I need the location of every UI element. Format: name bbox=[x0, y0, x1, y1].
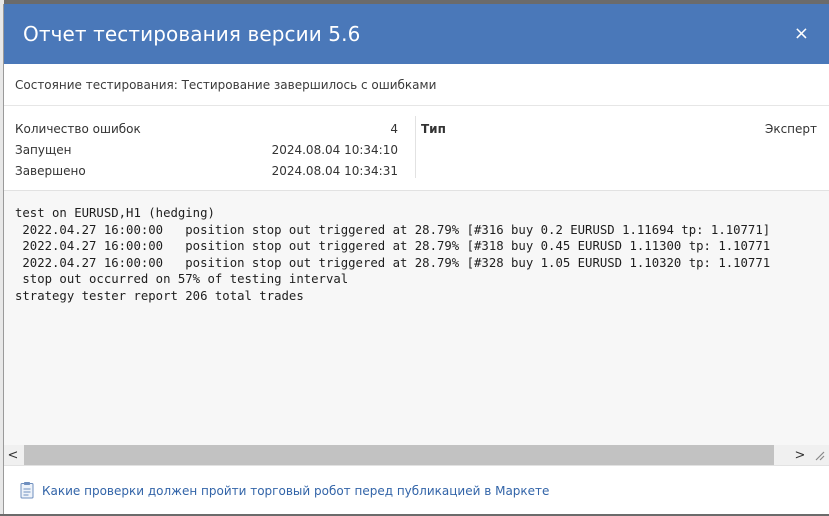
log-line: strategy tester report 206 total trades bbox=[15, 288, 304, 303]
info-row-started: Запущен 2024.08.04 10:34:10 bbox=[15, 139, 406, 160]
type-value: Эксперт bbox=[764, 121, 817, 136]
scroll-left-arrow[interactable]: < bbox=[4, 448, 22, 463]
log-line: test on EURUSD,H1 (hedging) bbox=[15, 206, 215, 220]
test-log[interactable]: test on EURUSD,H1 (hedging) 2022.04.27 1… bbox=[4, 190, 829, 445]
log-line: stop out occurred on 57% of testing inte… bbox=[15, 272, 349, 286]
test-report-dialog: Отчет тестирования версии 5.6 × Состояни… bbox=[3, 4, 829, 514]
market-checks-link[interactable]: Какие проверки должен пройти торговый ро… bbox=[42, 484, 549, 498]
type-label: Тип bbox=[421, 121, 446, 136]
finished-value: 2024.08.04 10:34:31 bbox=[271, 163, 398, 178]
error-count-label: Количество ошибок bbox=[15, 121, 141, 136]
log-line: 2022.04.27 16:00:00 position stop out tr… bbox=[15, 255, 771, 270]
info-row-finished: Завершено 2024.08.04 10:34:31 bbox=[15, 160, 406, 181]
started-value: 2024.08.04 10:34:10 bbox=[271, 142, 398, 157]
scrollbar-thumb[interactable] bbox=[24, 445, 774, 465]
info-right-column: Тип Эксперт bbox=[406, 106, 829, 190]
log-line: 2022.04.27 16:00:00 position stop out tr… bbox=[15, 222, 771, 237]
testing-status-text: Состояние тестирования: Тестирование зав… bbox=[15, 77, 437, 92]
started-label: Запущен bbox=[15, 142, 72, 157]
dialog-titlebar: Отчет тестирования версии 5.6 × bbox=[4, 4, 829, 64]
info-left-column: Количество ошибок 4 Запущен 2024.08.04 1… bbox=[4, 106, 406, 190]
close-icon[interactable]: × bbox=[794, 25, 809, 43]
dialog-footer: Какие проверки должен пройти торговый ро… bbox=[4, 465, 829, 516]
info-row-type: Тип Эксперт bbox=[421, 118, 817, 139]
resize-grip-icon[interactable] bbox=[809, 445, 829, 465]
info-panel: Количество ошибок 4 Запущен 2024.08.04 1… bbox=[4, 106, 829, 190]
dialog-title: Отчет тестирования версии 5.6 bbox=[23, 22, 361, 46]
horizontal-scrollbar[interactable]: < > bbox=[4, 445, 829, 465]
scrollbar-track[interactable] bbox=[22, 445, 791, 465]
log-line: 2022.04.27 16:00:00 position stop out tr… bbox=[15, 239, 771, 253]
scroll-right-arrow[interactable]: > bbox=[791, 448, 809, 463]
info-divider bbox=[415, 116, 416, 178]
finished-label: Завершено bbox=[15, 163, 86, 178]
error-count-value: 4 bbox=[390, 121, 398, 136]
testing-status: Состояние тестирования: Тестирование зав… bbox=[4, 64, 829, 106]
clipboard-icon bbox=[20, 481, 34, 502]
info-row-error-count: Количество ошибок 4 bbox=[15, 118, 406, 139]
